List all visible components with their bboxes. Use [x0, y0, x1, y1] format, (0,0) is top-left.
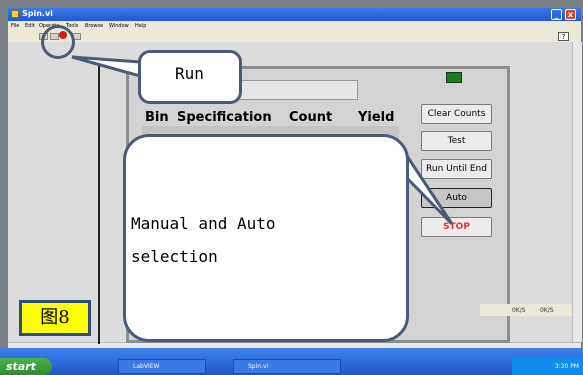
mode-callout	[123, 134, 409, 342]
taskbar-item-labview[interactable]: LabVIEW	[118, 359, 206, 374]
mode-callout-line1: Manual and Auto	[131, 214, 276, 233]
run-callout-tail	[71, 55, 142, 78]
taskbar-item-spin[interactable]: Spin.vi	[233, 359, 341, 374]
mode-callout-line2: selection	[131, 247, 218, 266]
run-button-highlight	[41, 25, 75, 59]
figure-label: 图8	[19, 300, 91, 336]
clock: 3:30 PM	[554, 363, 579, 370]
run-callout-text: Run	[175, 64, 204, 83]
system-tray: 3:30 PM	[512, 358, 583, 375]
mode-callout-tail	[403, 148, 454, 226]
windows-taskbar: start LabVIEW Spin.vi 3:30 PM	[0, 348, 583, 375]
start-button[interactable]: start	[0, 358, 52, 375]
